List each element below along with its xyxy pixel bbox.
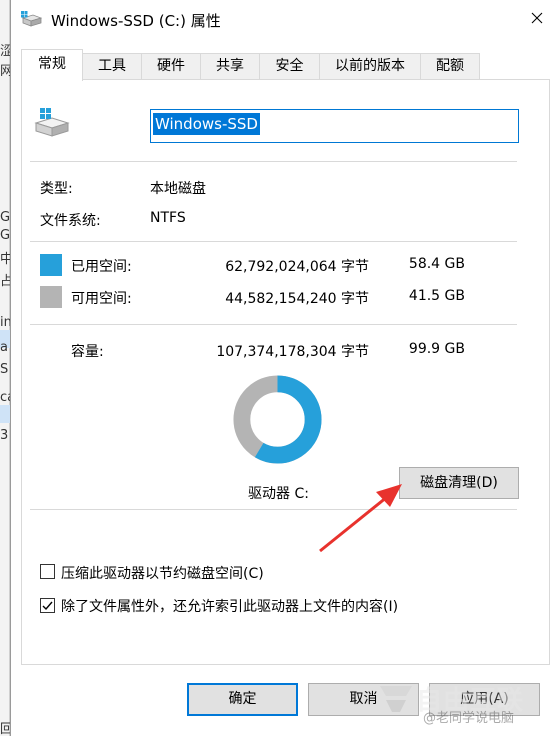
window-title: Windows-SSD (C:) 属性 xyxy=(51,12,221,30)
used-space-bytes: 62,792,024,064 字节 xyxy=(225,259,369,275)
free-space-swatch xyxy=(40,286,62,308)
tab-previous-versions[interactable]: 以前的版本 xyxy=(319,53,421,80)
background-selection xyxy=(0,405,10,423)
index-checkbox[interactable] xyxy=(40,598,55,613)
background-text: G xyxy=(0,228,10,243)
tab-sharing[interactable]: 共享 xyxy=(200,53,260,80)
tab-general[interactable]: 常规 xyxy=(21,49,83,81)
ok-button[interactable]: 确定 xyxy=(187,683,298,716)
compress-label[interactable]: 压缩此驱动器以节约磁盘空间(C) xyxy=(61,563,264,583)
background-text: 占 xyxy=(0,274,10,289)
used-space-label: 已用空间: xyxy=(71,259,132,275)
drive-caption: 驱动器 C: xyxy=(248,486,309,502)
background-text: S xyxy=(0,362,9,377)
background-text: G xyxy=(0,210,10,225)
disk-usage-donut xyxy=(233,375,322,464)
type-label: 类型: xyxy=(40,181,73,197)
capacity-bytes: 107,374,178,304 字节 xyxy=(216,344,369,360)
tab-quota[interactable]: 配额 xyxy=(420,53,480,80)
capacity-gb: 99.9 GB xyxy=(408,341,465,357)
divider xyxy=(30,161,517,162)
tab-strip: 常规 工具 硬件 共享 安全 以前的版本 配额 xyxy=(21,49,481,81)
checkmark-icon xyxy=(42,601,53,611)
background-text: ind xyxy=(0,315,10,330)
free-space-label: 可用空间: xyxy=(71,291,132,307)
disk-cleanup-button[interactable]: 磁盘清理(D) xyxy=(399,467,519,499)
free-space-gb: 41.5 GB xyxy=(408,288,465,304)
background-text: 涩 xyxy=(0,44,10,59)
background-text: a xyxy=(0,340,8,355)
drive-icon xyxy=(21,11,42,27)
background-text: 中 xyxy=(0,252,10,267)
title-bar[interactable]: Windows-SSD (C:) 属性 xyxy=(11,0,559,38)
file-system-value: NTFS xyxy=(150,210,186,226)
type-value: 本地磁盘 xyxy=(150,181,206,197)
tab-security[interactable]: 安全 xyxy=(259,53,320,80)
background-window-strip: 涩 网 中 占 G G ind a S ca 3 回 xyxy=(0,0,10,737)
free-space-bytes: 44,582,154,240 字节 xyxy=(225,291,369,307)
close-icon xyxy=(531,12,543,24)
close-button[interactable] xyxy=(514,0,559,36)
background-text: ca xyxy=(0,390,10,405)
divider xyxy=(30,241,517,242)
background-text: 回 xyxy=(0,722,10,737)
tab-tools[interactable]: 工具 xyxy=(82,53,142,80)
divider xyxy=(30,509,517,510)
index-label[interactable]: 除了文件属性外，还允许索引此驱动器上文件的内容(I) xyxy=(61,596,398,616)
file-system-label: 文件系统: xyxy=(40,213,101,229)
watermark-logo xyxy=(380,686,412,712)
background-text: 3 xyxy=(0,428,9,443)
watermark-handle: @老同学说电脑 xyxy=(423,711,515,726)
divider xyxy=(30,324,517,325)
watermark: 自由互联 @老同学说电脑 xyxy=(376,680,546,730)
drive-name-selection: Windows-SSD xyxy=(153,113,260,135)
used-space-swatch xyxy=(40,254,62,276)
compress-checkbox[interactable] xyxy=(40,564,55,579)
drive-icon xyxy=(34,108,70,137)
capacity-label: 容量: xyxy=(71,344,104,360)
used-space-gb: 58.4 GB xyxy=(408,256,465,272)
tab-hardware[interactable]: 硬件 xyxy=(141,53,201,80)
background-text: 网 xyxy=(0,64,10,79)
